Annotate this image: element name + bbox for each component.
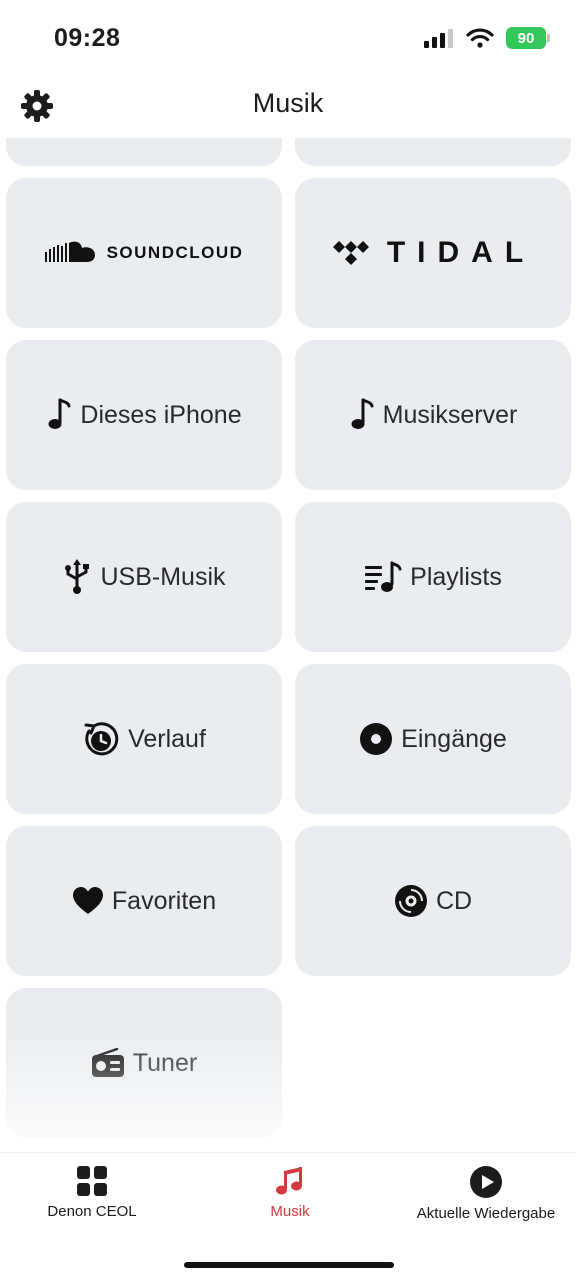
source-tile-playlists[interactable]: Playlists	[295, 502, 571, 652]
header: Musik	[0, 78, 576, 138]
wifi-icon	[466, 28, 494, 48]
source-tile-hidden-right[interactable]	[295, 138, 571, 166]
source-tile-music-server[interactable]: Musikserver	[295, 340, 571, 490]
tab-label: Denon CEOL	[47, 1203, 137, 1220]
soundcloud-label: SOUNDCLOUD	[106, 243, 244, 262]
battery-level: 90	[517, 29, 535, 47]
source-tile-tidal[interactable]: TIDAL	[295, 178, 571, 328]
source-tile-tuner[interactable]: Tuner	[6, 988, 282, 1138]
signal-icon	[424, 29, 453, 48]
input-disc-icon	[360, 723, 393, 755]
playlist-icon	[365, 561, 402, 592]
source-tile-history[interactable]: Verlauf	[6, 664, 282, 814]
source-tile-favorites[interactable]: Favoriten	[6, 826, 282, 976]
tidal-logo-icon	[332, 241, 369, 265]
home-indicator[interactable]	[184, 1262, 394, 1268]
heart-icon	[72, 887, 103, 914]
source-tile-hidden-left[interactable]	[6, 138, 282, 166]
music-note-icon	[351, 398, 374, 429]
source-tile-usb[interactable]: USB-Musik	[6, 502, 282, 652]
cd-icon	[394, 885, 427, 917]
favorites-label: Favoriten	[111, 886, 217, 915]
tab-label: Aktuelle Wiedergabe	[416, 1205, 556, 1222]
usb-icon	[65, 559, 90, 594]
music-source-grid: SOUNDCLOUD TIDAL Dieses iPhone Musikserv…	[0, 138, 576, 1152]
tab-bar: Denon CEOL Musik Aktuelle Wiedergabe	[0, 1152, 576, 1280]
playlists-label: Playlists	[410, 562, 502, 591]
tidal-label: TIDAL	[386, 236, 536, 269]
soundcloud-logo-icon	[44, 241, 95, 262]
status-bar: 09:28 90	[0, 0, 576, 78]
inputs-label: Eingänge	[401, 724, 507, 753]
music-note-icon	[48, 398, 71, 429]
source-tile-soundcloud[interactable]: SOUNDCLOUD	[6, 178, 282, 328]
cd-label: CD	[435, 886, 473, 915]
source-tile-inputs[interactable]: Eingänge	[295, 664, 571, 814]
play-circle-icon	[470, 1166, 502, 1198]
tab-label: Musik	[270, 1203, 310, 1220]
page-title: Musik	[252, 88, 324, 118]
grid-icon	[77, 1166, 107, 1196]
source-tile-this-iphone[interactable]: Dieses iPhone	[6, 340, 282, 490]
tab-now-playing[interactable]: Aktuelle Wiedergabe	[396, 1165, 576, 1222]
music-notes-icon	[276, 1167, 302, 1195]
this-iphone-label: Dieses iPhone	[80, 400, 242, 429]
history-clock-icon	[84, 722, 119, 756]
status-icons: 90	[424, 27, 550, 49]
tab-denon-ceol[interactable]: Denon CEOL	[0, 1165, 184, 1220]
usb-label: USB-Musik	[100, 562, 226, 591]
tab-musik[interactable]: Musik	[198, 1165, 382, 1220]
radio-icon	[91, 1047, 124, 1077]
history-label: Verlauf	[128, 724, 206, 753]
battery-indicator: 90	[506, 27, 550, 49]
music-server-label: Musikserver	[382, 400, 518, 429]
source-tile-cd[interactable]: CD	[295, 826, 571, 976]
tuner-label: Tuner	[132, 1048, 198, 1077]
status-time: 09:28	[54, 24, 121, 52]
